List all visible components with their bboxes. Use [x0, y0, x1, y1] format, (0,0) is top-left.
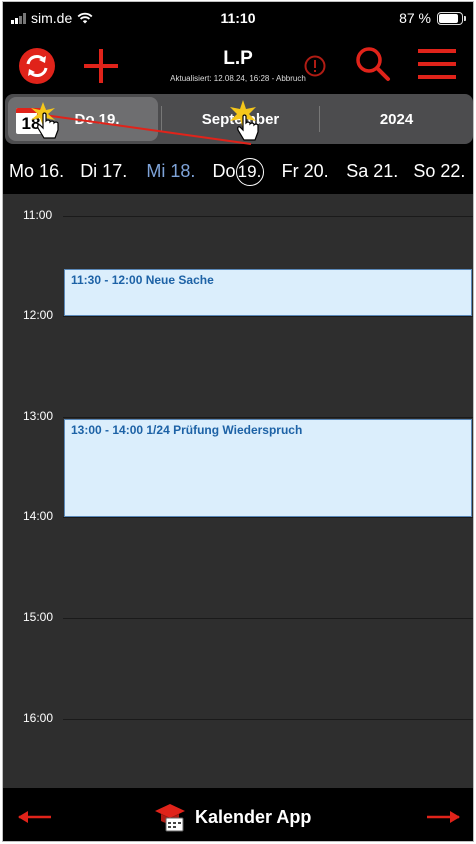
arrow-right-icon — [427, 811, 460, 823]
hour-label: 11:00 — [23, 208, 53, 222]
day-timeline[interactable]: 11:00 12:00 13:00 14:00 15:00 16:00 11:3… — [3, 194, 473, 788]
day-segment[interactable]: 18 Do 19. — [8, 97, 158, 141]
month-segment[interactable]: September — [162, 94, 319, 144]
day-wed-today[interactable]: Mi 18. — [137, 148, 204, 194]
day-label: Do 19. — [74, 110, 120, 128]
selected-date-circle: 19. — [235, 158, 264, 186]
date-picker: 18 Do 19. September 2024 — [5, 94, 473, 144]
year-segment[interactable]: 2024 — [320, 94, 473, 144]
hour-row: 14:00 — [3, 509, 473, 523]
calendar-icon: 18 — [16, 108, 46, 134]
battery-status: 87 % — [399, 10, 466, 26]
plus-icon — [84, 49, 118, 83]
hour-row: 16:00 — [3, 711, 473, 725]
year-label: 2024 — [379, 110, 414, 128]
event-pruefung-wiederspruch[interactable]: 13:00 - 14:00 1/24 Prüfung Wiederspruch — [64, 419, 472, 517]
hour-row: 11:00 — [3, 208, 473, 222]
toolbar: L.P Aktualisiert: 12.08.24, 16:28 - Abbr… — [3, 38, 473, 90]
add-button[interactable] — [81, 46, 121, 86]
day-thu-selected[interactable]: Do 19. — [204, 148, 271, 194]
search-button[interactable] — [353, 44, 393, 84]
hour-row: 13:00 — [3, 409, 473, 423]
graduation-cap-icon — [155, 804, 185, 832]
day-thu-label: Do — [212, 161, 236, 181]
hour-label: 13:00 — [23, 409, 54, 423]
sync-button[interactable] — [17, 46, 57, 86]
month-label: September — [201, 110, 280, 128]
hour-row: 15:00 — [3, 610, 473, 624]
next-day-button[interactable] — [423, 802, 463, 832]
day-sat[interactable]: Sa 21. — [339, 148, 406, 194]
alert-button[interactable] — [304, 55, 326, 77]
previous-day-button[interactable] — [15, 802, 55, 832]
battery-icon — [437, 11, 466, 25]
app-name: Kalender App — [195, 806, 312, 827]
sync-icon — [19, 48, 55, 84]
app-frame: sim.de 11:10 87 % L.P Aktualisiert: 12.0… — [2, 1, 474, 842]
menu-button[interactable] — [415, 44, 459, 84]
hour-label: 14:00 — [23, 509, 54, 523]
day-tue[interactable]: Di 17. — [70, 148, 137, 194]
app-brand: Kalender App — [153, 802, 311, 832]
bottom-bar: Kalender App — [3, 788, 473, 841]
hour-row: 12:00 — [3, 308, 473, 322]
day-sun[interactable]: So 22. — [406, 148, 473, 194]
day-mon[interactable]: Mo 16. — [3, 148, 70, 194]
status-bar: sim.de 11:10 87 % — [3, 2, 473, 36]
alert-icon — [304, 55, 326, 77]
hour-label: 15:00 — [23, 610, 54, 624]
battery-percent: 87 % — [399, 10, 431, 26]
search-icon — [356, 47, 390, 81]
week-strip: Mo 16. Di 17. Mi 18. Do 19. Fr 20. Sa 21.… — [3, 148, 473, 194]
event-neue-sache[interactable]: 11:30 - 12:00 Neue Sache — [64, 269, 472, 316]
menu-icon — [418, 49, 456, 79]
hour-label: 16:00 — [23, 711, 54, 725]
day-fri[interactable]: Fr 20. — [272, 148, 339, 194]
arrow-left-icon — [18, 811, 51, 823]
hour-label: 12:00 — [23, 308, 54, 322]
